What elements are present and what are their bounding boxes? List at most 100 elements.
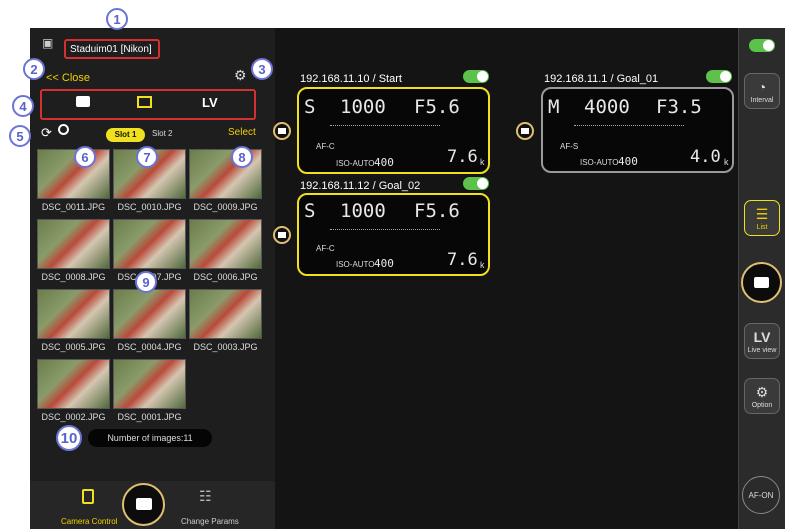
list-button[interactable]: ☰ List xyxy=(744,200,780,236)
aperture: F5.6 xyxy=(414,96,460,118)
image-preview xyxy=(37,219,110,269)
shutter-speed: 1000 xyxy=(340,200,386,222)
iso-value: 400 xyxy=(618,155,638,168)
image-preview xyxy=(189,289,262,339)
shutter-speed: 4000 xyxy=(584,96,630,118)
option-gear-icon: ⚙ xyxy=(755,384,769,400)
shutter-side-button[interactable] xyxy=(273,226,291,244)
file-name: DSC_0004.JPG xyxy=(117,342,182,352)
af-mode: AF-C xyxy=(316,244,335,253)
timer-icon: ◔ xyxy=(757,79,767,95)
group-icon: ▣ xyxy=(42,36,54,50)
thumbnail[interactable]: DSC_0003.JPG xyxy=(189,289,262,359)
file-name: DSC_0010.JPG xyxy=(117,202,182,212)
tab-lv[interactable]: LV xyxy=(202,95,218,110)
exposure-scale xyxy=(330,121,440,126)
change-params-icon[interactable]: ☷ xyxy=(199,488,212,505)
option-label: Option xyxy=(751,402,773,409)
lv-text: LV xyxy=(753,329,771,345)
image-preview xyxy=(113,359,186,409)
camera-control-label[interactable]: Camera Control xyxy=(61,517,117,526)
thumbnail[interactable]: DSC_0006.JPG xyxy=(189,219,262,289)
camera-title: 192.168.11.10 / Start xyxy=(300,73,402,85)
exposure-scale xyxy=(330,225,440,230)
remaining-unit: k xyxy=(480,260,485,270)
file-name: DSC_0008.JPG xyxy=(41,272,106,282)
shutter-speed: 1000 xyxy=(340,96,386,118)
slot2-button[interactable]: Slot 2 xyxy=(152,129,172,138)
callout-badge: 9 xyxy=(135,271,157,293)
list-icon: ☰ xyxy=(755,206,769,222)
zoom-icon[interactable] xyxy=(58,124,69,135)
camera-title: 192.168.11.12 / Goal_02 xyxy=(300,180,421,192)
image-preview xyxy=(189,219,262,269)
camera-toggle[interactable] xyxy=(463,70,489,83)
callout-badge: 8 xyxy=(231,146,253,168)
camera-toggle[interactable] xyxy=(463,177,489,190)
list-label: List xyxy=(756,224,768,231)
image-preview xyxy=(37,359,110,409)
file-name: DSC_0001.JPG xyxy=(117,412,182,422)
shutter-side-button[interactable] xyxy=(273,122,291,140)
aperture: F5.6 xyxy=(414,200,460,222)
iso-label: ISO-AUTO xyxy=(336,159,375,168)
callout-badge: 4 xyxy=(12,95,34,117)
af-mode: AF-S xyxy=(560,142,579,151)
remaining-shots: 7.6 xyxy=(447,147,478,167)
shutter-camera-icon xyxy=(136,498,152,510)
file-name: DSC_0009.JPG xyxy=(193,202,258,212)
option-button[interactable]: ⚙ Option xyxy=(744,378,780,414)
slot1-button[interactable]: Slot 1 xyxy=(106,128,145,142)
iso-value: 400 xyxy=(374,257,394,270)
iso-value: 400 xyxy=(374,156,394,169)
iso-label: ISO-AUTO xyxy=(336,260,375,269)
camera-title: 192.168.11.1 / Goal_01 xyxy=(544,73,659,85)
app-window: ▣ Staduim01 [Nikon] << Close ⚙ LV ⟳ Slot… xyxy=(0,0,785,529)
shutter-side-button[interactable] xyxy=(516,122,534,140)
camera-tab-icon[interactable] xyxy=(76,96,90,107)
af-on-button[interactable]: AF-ON xyxy=(742,476,780,514)
callout-badge: 3 xyxy=(251,58,273,80)
iso-label: ISO-AUTO xyxy=(580,158,619,167)
file-name: DSC_0006.JPG xyxy=(193,272,258,282)
file-name: DSC_0011.JPG xyxy=(41,202,106,212)
live-view-label: Live view xyxy=(747,347,777,354)
thumbnail[interactable]: DSC_0005.JPG xyxy=(37,289,110,359)
refresh-icon[interactable]: ⟳ xyxy=(41,125,52,141)
live-view-button[interactable]: LV Live view xyxy=(744,323,780,359)
callout-badge: 6 xyxy=(74,146,96,168)
thumbnail[interactable]: DSC_0004.JPG xyxy=(113,289,186,359)
thumbnail[interactable]: DSC_0001.JPG xyxy=(113,359,186,429)
close-link[interactable]: << Close xyxy=(46,72,90,84)
callout-badge: 2 xyxy=(23,58,45,80)
camera-toggle[interactable] xyxy=(706,70,732,83)
file-name: DSC_0005.JPG xyxy=(41,342,106,352)
change-params-label[interactable]: Change Params xyxy=(181,517,239,526)
file-name: DSC_0003.JPG xyxy=(193,342,258,352)
settings-gear-icon[interactable]: ⚙ xyxy=(234,67,247,84)
release-camera-icon xyxy=(754,277,769,288)
mode: M xyxy=(548,96,560,118)
camera-icon xyxy=(278,232,286,238)
master-toggle[interactable] xyxy=(749,39,775,52)
camera-control-icon[interactable] xyxy=(82,489,94,504)
callout-badge: 10 xyxy=(56,425,82,451)
playback-tab-icon[interactable] xyxy=(137,96,152,108)
callout-badge: 7 xyxy=(136,146,158,168)
mode: S xyxy=(304,200,316,222)
interval-label: Interval xyxy=(750,97,774,104)
exposure-scale xyxy=(574,121,684,126)
interval-button[interactable]: ◔ Interval xyxy=(744,73,780,109)
select-button[interactable]: Select xyxy=(228,127,256,138)
thumbnail[interactable]: DSC_0008.JPG xyxy=(37,219,110,289)
file-name: DSC_0002.JPG xyxy=(41,412,106,422)
device-title: Staduim01 [Nikon] xyxy=(70,44,152,55)
camera-icon xyxy=(521,128,529,134)
aperture: F3.5 xyxy=(656,96,702,118)
thumbnail[interactable]: DSC_0002.JPG xyxy=(37,359,110,429)
image-preview xyxy=(37,289,110,339)
callout-badge: 5 xyxy=(9,125,31,147)
remaining-unit: k xyxy=(480,157,485,167)
callout-badge: 1 xyxy=(106,8,128,30)
image-preview xyxy=(113,219,186,269)
